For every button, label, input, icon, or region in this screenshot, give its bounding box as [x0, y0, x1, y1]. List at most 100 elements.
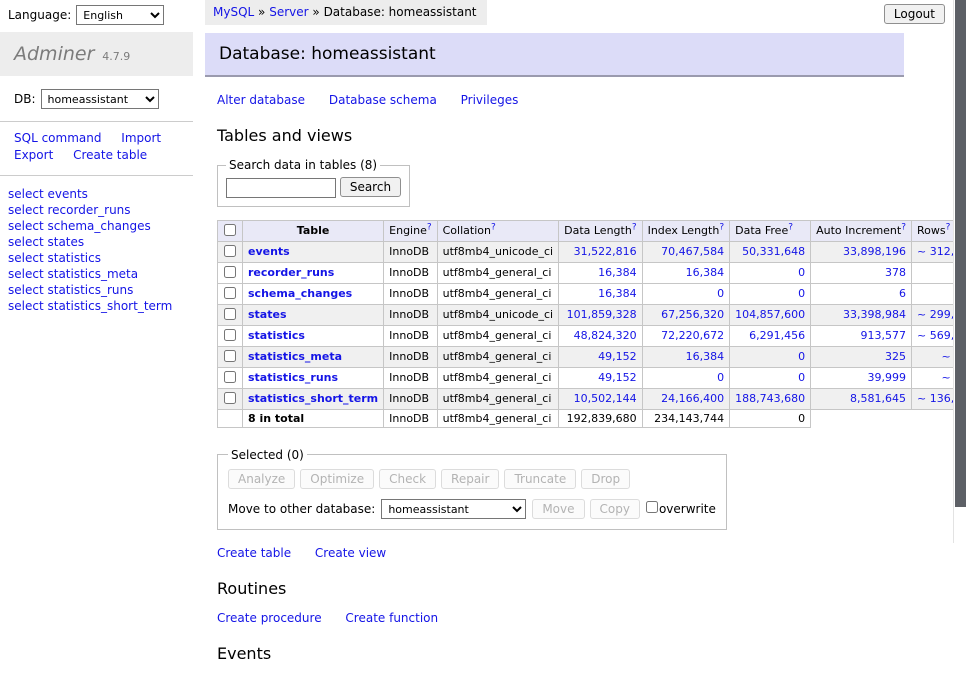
- index-length-link[interactable]: 70,467,584: [661, 245, 724, 258]
- table-name-link[interactable]: statistics_short_term: [248, 392, 378, 405]
- row-checkbox[interactable]: [224, 329, 236, 341]
- sidebar-table-link[interactable]: states: [47, 235, 84, 249]
- sidebar-select-link[interactable]: select: [8, 235, 44, 249]
- breadcrumb-mysql-link[interactable]: MySQL: [213, 5, 254, 19]
- data-free-link[interactable]: 0: [798, 350, 805, 363]
- help-link[interactable]: ?: [427, 222, 432, 232]
- language-select[interactable]: English: [76, 5, 164, 25]
- sidebar-table-link[interactable]: statistics_short_term: [47, 299, 172, 313]
- table-name-link[interactable]: states: [248, 308, 287, 321]
- create-table-link[interactable]: Create table: [217, 546, 291, 560]
- db-select[interactable]: homeassistant: [41, 89, 159, 109]
- help-link[interactable]: ?: [632, 222, 637, 232]
- logout-button[interactable]: Logout: [884, 4, 945, 24]
- drop-button[interactable]: Drop: [581, 469, 630, 489]
- data-length-link[interactable]: 16,384: [598, 266, 637, 279]
- data-free-link[interactable]: 0: [798, 287, 805, 300]
- move-db-select[interactable]: homeassistant: [381, 499, 526, 519]
- data-length-link[interactable]: 31,522,816: [574, 245, 637, 258]
- index-length-link[interactable]: 24,166,400: [661, 392, 724, 405]
- help-link[interactable]: ?: [901, 222, 906, 232]
- analyze-button[interactable]: Analyze: [228, 469, 295, 489]
- auto-increment-link[interactable]: 913,577: [861, 329, 907, 342]
- row-checkbox[interactable]: [224, 308, 236, 320]
- row-checkbox[interactable]: [224, 392, 236, 404]
- table-name-link[interactable]: statistics: [248, 329, 305, 342]
- index-length-link[interactable]: 67,256,320: [661, 308, 724, 321]
- table-name-link[interactable]: recorder_runs: [248, 266, 334, 279]
- data-length-link[interactable]: 49,152: [598, 350, 637, 363]
- help-link[interactable]: ?: [946, 222, 951, 232]
- sidebar-select-link[interactable]: select: [8, 267, 44, 281]
- sidebar-table-link[interactable]: statistics_runs: [47, 283, 133, 297]
- truncate-button[interactable]: Truncate: [504, 469, 576, 489]
- data-free-link[interactable]: 50,331,648: [742, 245, 805, 258]
- sidebar-select-link[interactable]: select: [8, 299, 44, 313]
- help-link[interactable]: ?: [788, 222, 793, 232]
- auto-increment-link[interactable]: 8,581,645: [850, 392, 906, 405]
- data-length-link[interactable]: 49,152: [598, 371, 637, 384]
- create-function-link[interactable]: Create function: [345, 611, 438, 625]
- select-all-checkbox[interactable]: [224, 224, 236, 236]
- sidebar-table-link[interactable]: statistics: [47, 251, 101, 265]
- data-length-link[interactable]: 101,859,328: [567, 308, 637, 321]
- row-checkbox[interactable]: [224, 287, 236, 299]
- table-name-link[interactable]: schema_changes: [248, 287, 352, 300]
- auto-increment-link[interactable]: 33,398,984: [843, 308, 906, 321]
- auto-increment-link[interactable]: 6: [899, 287, 906, 300]
- index-length-link[interactable]: 16,384: [686, 350, 725, 363]
- row-checkbox[interactable]: [224, 266, 236, 278]
- optimize-button[interactable]: Optimize: [300, 469, 374, 489]
- create-view-link[interactable]: Create view: [315, 546, 386, 560]
- index-length-link[interactable]: 0: [717, 287, 724, 300]
- row-checkbox[interactable]: [224, 371, 236, 383]
- data-free-link[interactable]: 6,291,456: [749, 329, 805, 342]
- sidebar-link-create-table[interactable]: Create table: [73, 148, 147, 162]
- index-length-link[interactable]: 0: [717, 371, 724, 384]
- table-name-link[interactable]: statistics_runs: [248, 371, 338, 384]
- row-checkbox[interactable]: [224, 350, 236, 362]
- sidebar-table-link[interactable]: recorder_runs: [47, 203, 130, 217]
- help-link[interactable]: ?: [491, 222, 496, 232]
- copy-button[interactable]: Copy: [590, 499, 640, 519]
- help-link[interactable]: ?: [719, 222, 724, 232]
- sidebar-table-link[interactable]: statistics_meta: [47, 267, 138, 281]
- check-button[interactable]: Check: [379, 469, 436, 489]
- sidebar-select-link[interactable]: select: [8, 251, 44, 265]
- search-button[interactable]: Search: [340, 177, 401, 197]
- sidebar-select-link[interactable]: select: [8, 219, 44, 233]
- row-checkbox[interactable]: [224, 245, 236, 257]
- auto-increment-link[interactable]: 39,999: [868, 371, 907, 384]
- data-length-link[interactable]: 48,824,320: [574, 329, 637, 342]
- sidebar-select-link[interactable]: select: [8, 203, 44, 217]
- auto-increment-link[interactable]: 33,898,196: [843, 245, 906, 258]
- sidebar-table-link[interactable]: schema_changes: [47, 219, 150, 233]
- data-free-link[interactable]: 104,857,600: [735, 308, 805, 321]
- create-procedure-link[interactable]: Create procedure: [217, 611, 322, 625]
- sidebar-link-import[interactable]: Import: [121, 131, 161, 145]
- auto-increment-link[interactable]: 325: [885, 350, 906, 363]
- sidebar-select-link[interactable]: select: [8, 283, 44, 297]
- table-name-link[interactable]: statistics_meta: [248, 350, 342, 363]
- auto-increment-link[interactable]: 378: [885, 266, 906, 279]
- table-name-link[interactable]: events: [248, 245, 290, 258]
- data-length-link[interactable]: 16,384: [598, 287, 637, 300]
- data-length-link[interactable]: 10,502,144: [574, 392, 637, 405]
- database-schema-link[interactable]: Database schema: [329, 93, 437, 107]
- index-length-link[interactable]: 72,220,672: [661, 329, 724, 342]
- search-input[interactable]: [226, 178, 336, 198]
- data-free-link[interactable]: 188,743,680: [735, 392, 805, 405]
- repair-button[interactable]: Repair: [441, 469, 499, 489]
- alter-database-link[interactable]: Alter database: [217, 93, 305, 107]
- move-button[interactable]: Move: [532, 499, 584, 519]
- privileges-link[interactable]: Privileges: [461, 93, 519, 107]
- sidebar-select-link[interactable]: select: [8, 187, 44, 201]
- breadcrumb-server-link[interactable]: Server: [269, 5, 308, 19]
- scrollbar-thumb[interactable]: [955, 0, 966, 507]
- index-length-link[interactable]: 16,384: [686, 266, 725, 279]
- sidebar-table-link[interactable]: events: [47, 187, 87, 201]
- sidebar-link-sql-command[interactable]: SQL command: [14, 131, 101, 145]
- sidebar-link-export[interactable]: Export: [14, 148, 53, 162]
- data-free-link[interactable]: 0: [798, 266, 805, 279]
- data-free-link[interactable]: 0: [798, 371, 805, 384]
